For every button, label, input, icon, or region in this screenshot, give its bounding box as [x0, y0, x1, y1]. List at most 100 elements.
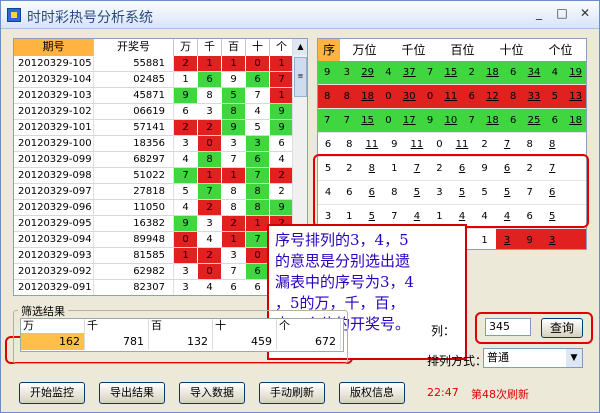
col-wan[interactable]: 万 — [174, 39, 198, 56]
col-qian[interactable]: 千 — [198, 39, 222, 56]
import-data-button[interactable]: 导入数据 — [179, 382, 245, 404]
missing-cell: 7 — [495, 133, 519, 156]
missing-cell: 2 — [473, 133, 496, 156]
digit-cell: 7 — [174, 168, 198, 183]
scroll-up-arrow-icon[interactable]: ▲ — [293, 39, 307, 55]
export-results-button[interactable]: 导出结果 — [99, 382, 165, 404]
title-bar: 时时彩热号分析系统 _ □ ✕ — [1, 1, 599, 29]
digit-cell: 1 — [222, 232, 246, 247]
filter-results-row[interactable]: 162 781 132 459 672 — [21, 333, 343, 350]
sequence-input[interactable]: 345 — [485, 318, 531, 336]
table-row[interactable]: 20120329-102 06619 6 3 8 4 9 — [14, 104, 307, 120]
digit-cell: 8 — [222, 104, 246, 119]
col-index[interactable]: 序 — [318, 39, 340, 61]
table-row[interactable]: 20120329-097 27818 5 7 8 8 2 — [14, 184, 307, 200]
digit-cell: 1 — [174, 248, 198, 263]
period-cell: 20120329-096 — [14, 200, 94, 215]
missing-cell: 5 — [544, 85, 566, 108]
col-shiwei[interactable]: 十位 — [487, 39, 536, 61]
window-title: 时时彩热号分析系统 — [27, 10, 153, 26]
col-bai[interactable]: 百 — [222, 39, 246, 56]
copyright-button[interactable]: 版权信息 — [339, 382, 405, 404]
filter-value-wan: 162 — [21, 333, 85, 350]
col-period[interactable]: 期号 — [14, 39, 94, 56]
digit-cell: 1 — [198, 56, 222, 71]
missing-row[interactable]: 8 8 18 0 30 0 11 6 12 8 33 5 13 — [318, 85, 586, 109]
digit-cell: 8 — [246, 200, 270, 215]
filter-col-qian: 千 — [85, 319, 149, 333]
col-qianwei[interactable]: 千位 — [389, 39, 438, 61]
period-cell: 20120329-092 — [14, 264, 94, 279]
digit-cell: 5 — [246, 120, 270, 135]
table-row[interactable]: 20120329-103 45871 9 8 5 7 1 — [14, 88, 307, 104]
period-cell: 20120329-102 — [14, 104, 94, 119]
digit-cell: 1 — [270, 88, 294, 103]
digit-cell: 9 — [174, 88, 198, 103]
table-row[interactable]: 20120329-101 57141 2 2 9 5 9 — [14, 120, 307, 136]
digit-cell: 6 — [246, 72, 270, 87]
missing-cell: 15 — [357, 109, 379, 132]
start-monitor-button[interactable]: 开始监控 — [19, 382, 85, 404]
manual-refresh-button[interactable]: 手动刷新 — [259, 382, 325, 404]
missing-row[interactable]: 9 3 29 4 37 7 15 2 18 6 34 4 19 — [318, 61, 586, 85]
col-baiwei[interactable]: 百位 — [438, 39, 487, 61]
maximize-button[interactable]: □ — [552, 6, 572, 22]
digit-cell: 1 — [222, 168, 246, 183]
digit-cell: 3 — [222, 248, 246, 263]
table-row[interactable]: 20120329-091 82307 3 4 6 6 — [14, 280, 307, 295]
table-row[interactable]: 20120329-0951638293212 — [14, 216, 307, 232]
chevron-down-icon[interactable]: ▼ — [566, 349, 582, 367]
digit-cell: 6 — [270, 136, 294, 151]
digit-cell: 2 — [270, 184, 294, 199]
digit-cell: 3 — [198, 104, 222, 119]
digit-cell: 2 — [198, 200, 222, 215]
missing-cell: 7 — [318, 109, 337, 132]
digit-cell: 8 — [222, 184, 246, 199]
table-row[interactable]: 20120329-092 62982 3 0 7 6 — [14, 264, 307, 280]
history-table[interactable]: 期号 开奖号 万 千 百 十 个 20120329-105 55881 2 1 1 0 1 2… — [13, 38, 308, 296]
number-cell: 11050 — [94, 200, 174, 215]
digit-cell: 3 — [174, 264, 198, 279]
missing-row[interactable]: 7 7 15 0 17 9 10 7 18 6 25 6 18 — [318, 109, 586, 133]
table-row[interactable]: 20120329-094 89948 0 4 1 7 — [14, 232, 307, 248]
minimize-button[interactable]: _ — [529, 6, 549, 22]
table-row[interactable]: 20120329-098 51022 7 1 1 7 2 — [14, 168, 307, 184]
col-number[interactable]: 开奖号 — [94, 39, 174, 56]
digit-cell: 9 — [222, 72, 246, 87]
filter-col-shi: 十 — [213, 319, 277, 333]
status-refresh-count: 第48次刷新 — [471, 388, 529, 401]
col-wanwei[interactable]: 万位 — [340, 39, 389, 61]
app-window: 时时彩热号分析系统 _ □ ✕ 期号 开奖号 万 千 百 十 个 2012032… — [0, 0, 600, 413]
table-row[interactable]: 20120329-099 68297 4 8 7 6 4 — [14, 152, 307, 168]
digit-cell: 9 — [222, 120, 246, 135]
digit-cell: 2 — [198, 248, 222, 263]
digit-cell: 4 — [198, 232, 222, 247]
missing-cell: 33 — [523, 85, 545, 108]
digit-cell: 0 — [174, 232, 198, 247]
col-gewei[interactable]: 个位 — [536, 39, 585, 61]
table-row[interactable]: 20120329-093 81585 1 2 3 0 — [14, 248, 307, 264]
callout-line-1: 序号排列的3，4，5 — [275, 231, 409, 249]
scroll-thumb[interactable]: ≡ — [294, 57, 307, 97]
col-ge[interactable]: 个 — [270, 39, 294, 56]
query-button[interactable]: 查询 — [541, 318, 583, 338]
digit-cell: 5 — [174, 184, 198, 199]
missing-cell: 18 — [565, 109, 586, 132]
missing-cell: 11 — [450, 133, 474, 156]
number-cell: 51022 — [94, 168, 174, 183]
digit-cell: 6 — [246, 152, 270, 167]
period-cell: 20120329-098 — [14, 168, 94, 183]
missing-cell: 6 — [502, 109, 524, 132]
close-button[interactable]: ✕ — [575, 6, 595, 22]
missing-cell: 0 — [419, 85, 441, 108]
table-row[interactable]: 20120329-100 18356 3 0 3 3 6 — [14, 136, 307, 152]
table-row[interactable]: 20120329-104 02485 1 6 9 6 7 — [14, 72, 307, 88]
col-shi[interactable]: 十 — [246, 39, 270, 56]
period-cell: 20120329-100 — [14, 136, 94, 151]
digit-cell: 5 — [222, 88, 246, 103]
missing-cell: 18 — [482, 109, 503, 132]
table-row[interactable]: 20120329-105 55881 2 1 1 0 1 — [14, 56, 307, 72]
number-cell: 89948 — [94, 232, 174, 247]
table-row[interactable]: 20120329-096 11050 4 2 8 8 9 — [14, 200, 307, 216]
sort-select[interactable]: 普通 ▼ — [483, 348, 583, 368]
